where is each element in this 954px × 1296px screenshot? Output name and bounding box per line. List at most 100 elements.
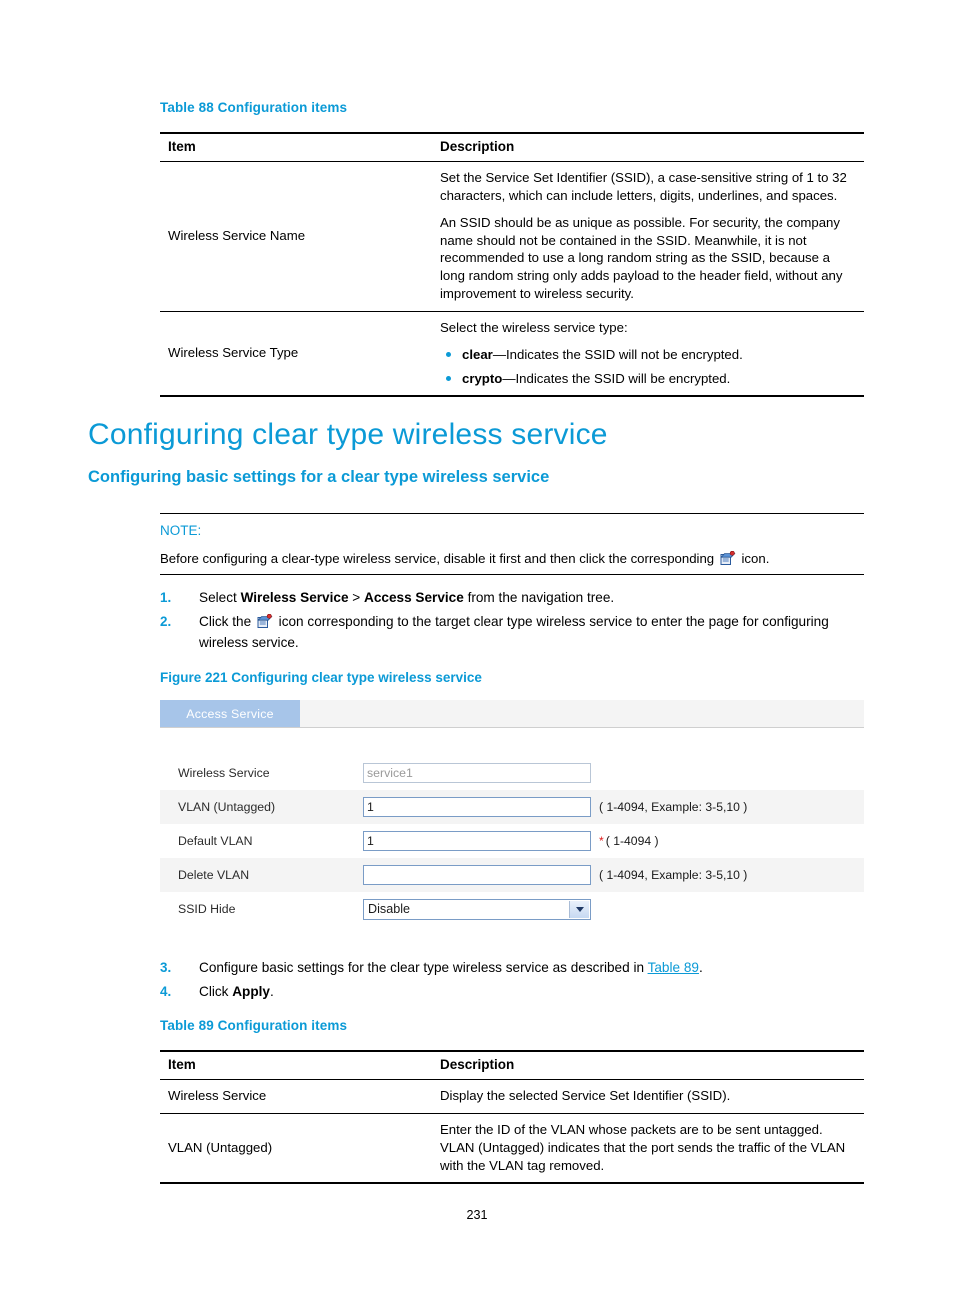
table-89-item-0: Wireless Service [168, 1088, 267, 1104]
table-89-desc-0-p0: Display the selected Service Set Identif… [440, 1088, 731, 1104]
step-2-t0: Click the [199, 614, 255, 630]
form-row-default-vlan: Default VLAN *( 1-4094 ) [160, 824, 864, 858]
tab-access-service[interactable]: Access Service [160, 700, 300, 727]
form-row-delete-vlan: Delete VLAN ( 1-4094, Example: 3-5,10 ) [160, 858, 864, 892]
table-89-caption: Table 89 Configuration items [160, 1018, 348, 1033]
step-1-number: 1. [160, 590, 172, 605]
table-89-col-description: Description [440, 1057, 515, 1072]
vlan-untagged-input[interactable] [363, 797, 591, 817]
hint-default-vlan-text: ( 1-4094 ) [605, 834, 659, 848]
table-88-desc-0: Set the Service Set Identifier (SSID), a… [432, 162, 864, 312]
dash: — [492, 346, 506, 362]
step-4: 4. Click Apply. [160, 982, 864, 1002]
table-89-header-row: Item Description [160, 1051, 864, 1080]
step-4-text: Click Apply. [199, 982, 864, 1002]
steps-bottom: 3. Configure basic settings for the clea… [160, 958, 864, 1007]
page-number: 231 [466, 1208, 488, 1222]
note-text-after: icon. [741, 550, 770, 566]
table-88-col-item: Item [168, 139, 196, 154]
label-wireless-service: Wireless Service [178, 766, 270, 780]
table-88-desc-1: Select the wireless service type: clear—… [432, 310, 864, 397]
table-88-item-1: Wireless Service Type [160, 310, 432, 397]
label-ssid-hide: SSID Hide [178, 902, 236, 916]
table-89-desc-1: Enter the ID of the VLAN whose packets a… [432, 1113, 864, 1184]
tab-bar-filler [300, 700, 864, 727]
step-2-number: 2. [160, 614, 172, 630]
step-3-number: 3. [160, 960, 172, 975]
step-2-text: Click the icon corresponding to the targ… [199, 612, 864, 653]
table-89: Item Description Wireless Service Displa… [160, 1050, 864, 1184]
term-crypto-text: Indicates the SSID will be encrypted. [515, 370, 731, 386]
step-4-number: 4. [160, 984, 172, 1000]
nav-access-service: Access Service [364, 590, 464, 605]
dash: — [502, 370, 516, 386]
table-row: Wireless Service Name Set the Service Se… [160, 162, 864, 312]
figure-221-screenshot: Access Service Wireless Service VLAN (Un… [160, 700, 864, 942]
table-88: Item Description Wireless Service Name S… [160, 132, 864, 397]
nav-wireless-service: Wireless Service [240, 590, 349, 605]
step-3: 3. Configure basic settings for the clea… [160, 958, 864, 978]
table-89-desc-1-p0: Enter the ID of the VLAN whose packets a… [440, 1122, 846, 1173]
table-88-item-0: Wireless Service Name [168, 228, 306, 244]
ssid-hide-selected-value: Disable [368, 902, 410, 916]
table-row: Wireless Service Display the selected Se… [160, 1080, 864, 1114]
table-88-desc-0-p1: An SSID should be as unique as possible.… [440, 214, 843, 302]
table-89-col-item: Item [168, 1057, 196, 1072]
step-4-t1: . [270, 984, 274, 1000]
table-89-desc-0: Display the selected Service Set Identif… [432, 1080, 864, 1114]
step-1-text: Select Wireless Service > Access Service… [199, 588, 864, 608]
delete-vlan-input[interactable] [363, 865, 591, 885]
label-delete-vlan: Delete VLAN [178, 868, 250, 882]
form-row-vlan-untagged: VLAN (Untagged) ( 1-4094, Example: 3-5,1… [160, 790, 864, 824]
default-vlan-input[interactable] [363, 831, 591, 851]
step-3-t0: Configure basic settings for the clear t… [199, 960, 648, 975]
hint-delete-vlan: ( 1-4094, Example: 3-5,10 ) [599, 868, 748, 882]
list-item: clear—Indicates the SSID will not be enc… [440, 346, 858, 364]
note-text-before: Before configuring a clear-type wireless… [160, 550, 715, 566]
step-1-sep: > [348, 590, 365, 605]
note-text: Before configuring a clear-type wireless… [160, 549, 864, 568]
step-1: 1. Select Wireless Service > Access Serv… [160, 588, 864, 608]
apply-button-ref: Apply [232, 984, 270, 1000]
table-88-col-description: Description [440, 139, 515, 154]
table-row: Wireless Service Type Select the wireles… [160, 310, 864, 397]
tab-bar: Access Service [160, 700, 864, 728]
term-clear-text: Indicates the SSID will not be encrypted… [506, 346, 743, 362]
required-asterisk: * [599, 834, 604, 848]
table-88-header-row: Item Description [160, 133, 864, 162]
label-default-vlan: Default VLAN [178, 834, 253, 848]
xref-table-89[interactable]: Table 89 [648, 960, 699, 975]
step-1-t0: Select [199, 590, 241, 605]
term-clear: clear [462, 346, 493, 362]
list-item: crypto—Indicates the SSID will be encryp… [440, 370, 858, 388]
hint-vlan-untagged: ( 1-4094, Example: 3-5,10 ) [599, 800, 748, 814]
form-row-wireless-service: Wireless Service [160, 756, 864, 790]
step-4-t0: Click [199, 984, 233, 1000]
table-88-caption: Table 88 Configuration items [160, 100, 348, 115]
figure-221-caption: Figure 221 Configuring clear type wirele… [160, 670, 482, 685]
step-1-t1: from the navigation tree. [463, 590, 615, 605]
chevron-down-icon[interactable] [569, 900, 589, 918]
form-row-ssid-hide: SSID Hide Disable [160, 892, 864, 926]
steps-top: 1. Select Wireless Service > Access Serv… [160, 588, 864, 657]
wireless-service-node-icon [257, 614, 273, 629]
section-title: Configuring basic settings for a clear t… [88, 468, 550, 486]
step-3-text: Configure basic settings for the clear t… [199, 958, 864, 978]
term-crypto: crypto [462, 370, 503, 386]
wireless-service-node-icon [720, 550, 736, 566]
label-vlan-untagged: VLAN (Untagged) [178, 800, 276, 814]
step-2-t1: icon corresponding to the target clear t… [199, 614, 829, 650]
note-box: NOTE: Before configuring a clear-type wi… [160, 513, 864, 575]
access-service-form: Wireless Service VLAN (Untagged) ( 1-409… [160, 728, 864, 942]
step-3-t1: . [698, 960, 703, 975]
document-page: Table 88 Configuration items Item Descri… [0, 0, 954, 1296]
ssid-hide-select[interactable]: Disable [363, 898, 591, 920]
table-row: VLAN (Untagged) Enter the ID of the VLAN… [160, 1113, 864, 1184]
page-title: Configuring clear type wireless service [88, 418, 608, 451]
hint-default-vlan: *( 1-4094 ) [599, 834, 659, 848]
wireless-service-input[interactable] [363, 763, 591, 783]
note-label: NOTE: [160, 523, 202, 538]
table-89-item-1: VLAN (Untagged) [160, 1113, 432, 1184]
step-2: 2. Click the icon corresponding to the t… [160, 612, 864, 653]
table-88-desc-0-p0: Set the Service Set Identifier (SSID), a… [440, 170, 847, 204]
